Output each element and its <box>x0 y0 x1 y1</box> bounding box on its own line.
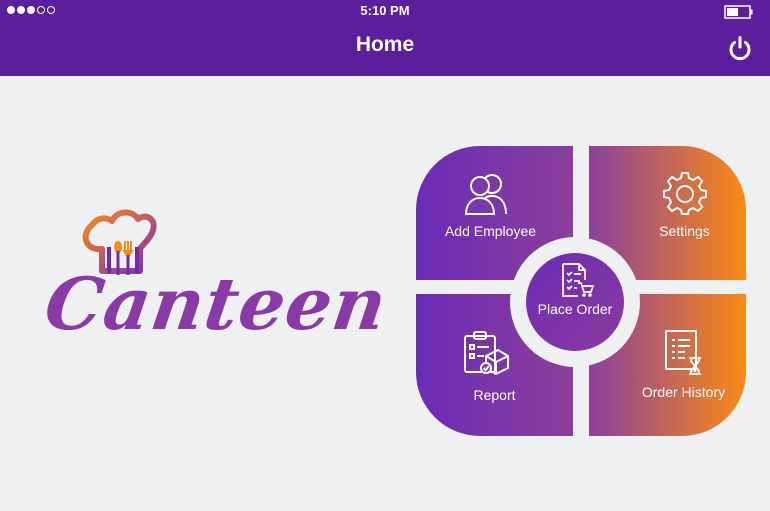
clipboard-report-icon <box>464 331 509 376</box>
document-hourglass-icon <box>665 330 701 375</box>
page-title: Home <box>355 33 415 56</box>
place-order-button[interactable]: Place Order <box>526 253 624 351</box>
settings-label: Settings <box>659 223 710 239</box>
order-history-label: Order History <box>641 384 726 400</box>
add-employee-label: Add Employee <box>444 223 537 239</box>
report-label: Report <box>473 387 516 403</box>
battery-icon <box>724 5 753 19</box>
logo-text: Canteen <box>40 261 393 346</box>
power-icon[interactable] <box>726 34 754 62</box>
status-time: 5:10 PM <box>360 3 410 18</box>
canteen-logo: Canteen <box>40 205 393 375</box>
top-bar: 5:10 PM Home <box>0 0 770 76</box>
place-order-label: Place Order <box>537 301 613 317</box>
users-icon <box>464 174 507 215</box>
gear-icon <box>663 172 707 215</box>
order-cart-icon <box>562 263 594 297</box>
